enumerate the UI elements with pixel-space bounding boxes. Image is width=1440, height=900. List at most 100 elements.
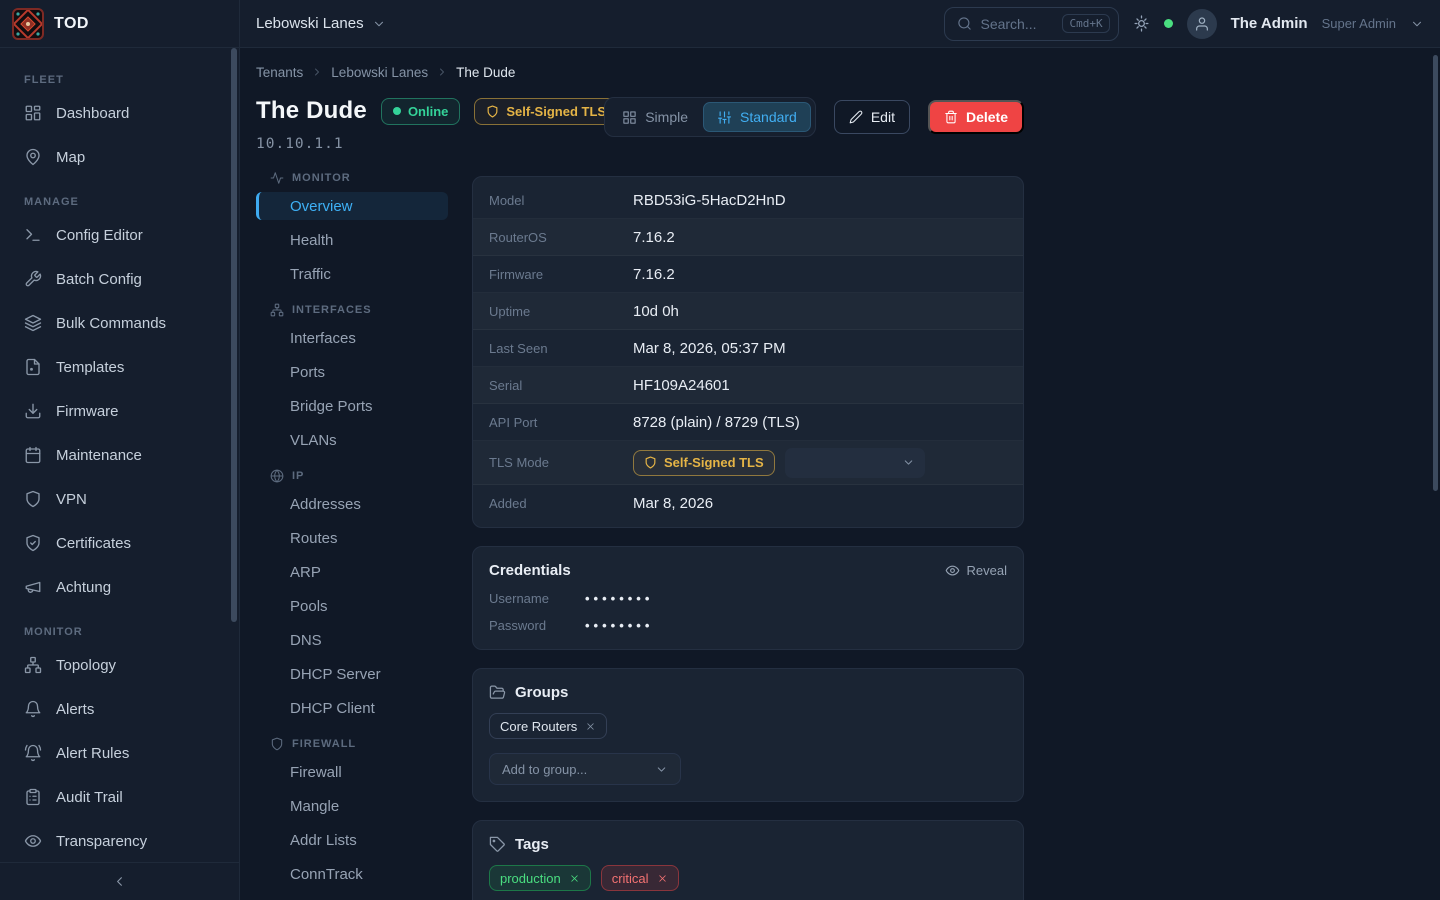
bell-icon: [24, 700, 42, 718]
brand: TOD: [0, 0, 240, 47]
clipboard-icon: [24, 788, 42, 806]
sidebar-collapse-button[interactable]: [0, 862, 239, 900]
sidebar-item-templates[interactable]: Templates: [0, 351, 239, 383]
chevron-down-icon: [372, 17, 386, 31]
subnav-item-conntrack[interactable]: ConnTrack: [256, 860, 448, 888]
avatar[interactable]: [1187, 9, 1217, 39]
subnav-section-interfaces: Interfaces: [256, 302, 448, 318]
table-row: Last Seen Mar 8, 2026, 05:37 PM: [473, 330, 1023, 367]
breadcrumb-tenants[interactable]: Tenants: [256, 65, 303, 80]
table-row-tls-mode: TLS Mode Self-Signed TLS: [473, 441, 1023, 485]
main-scrollbar[interactable]: [1433, 55, 1438, 491]
sidebar-section-monitor: Monitor: [0, 624, 239, 640]
remove-tag-icon[interactable]: [657, 873, 668, 884]
theme-toggle-sun-icon[interactable]: [1133, 15, 1150, 32]
eye-icon: [945, 563, 960, 578]
table-row: Uptime 10d 0h: [473, 293, 1023, 330]
credentials-title: Credentials: [489, 562, 571, 579]
grid-icon: [622, 110, 637, 125]
subnav-item-overview[interactable]: Overview: [256, 192, 448, 220]
subnav-section-monitor: Monitor: [256, 170, 448, 186]
map-pin-icon: [24, 148, 42, 166]
subnav-item-addresses[interactable]: Addresses: [256, 490, 448, 518]
device-subnav: Monitor Overview Health Traffic Interfac…: [256, 170, 448, 900]
subnav-item-mangle[interactable]: Mangle: [256, 792, 448, 820]
breadcrumb: Tenants Lebowski Lanes The Dude: [256, 64, 1424, 80]
user-menu-chevron-down-icon[interactable]: [1410, 17, 1424, 31]
sidebar-item-audit-trail[interactable]: Audit Trail: [0, 781, 239, 813]
subnav-item-health[interactable]: Health: [256, 226, 448, 254]
search-box[interactable]: Cmd+K: [944, 7, 1118, 41]
sidebar: Fleet Dashboard Map Manage Config Editor…: [0, 48, 240, 900]
header-actions: Simple Standard Edit Delete: [604, 97, 1024, 137]
tls-mode-badge: Self-Signed TLS: [633, 450, 775, 476]
reveal-button[interactable]: Reveal: [945, 563, 1007, 578]
add-to-group-select[interactable]: Add to group...: [489, 753, 681, 785]
tls-badge: Self-Signed TLS: [474, 98, 618, 125]
search-input[interactable]: [980, 16, 1054, 32]
dashboard-icon: [24, 104, 42, 122]
subnav-item-dhcp-server[interactable]: DHCP Server: [256, 660, 448, 688]
view-toggle-simple[interactable]: Simple: [609, 102, 701, 132]
subnav-item-vlans[interactable]: VLANs: [256, 426, 448, 454]
subnav-item-ports[interactable]: Ports: [256, 358, 448, 386]
sidebar-item-map[interactable]: Map: [0, 141, 239, 173]
edit-button[interactable]: Edit: [834, 100, 910, 134]
subnav-item-bridge-ports[interactable]: Bridge Ports: [256, 392, 448, 420]
sidebar-item-batch-config[interactable]: Batch Config: [0, 263, 239, 295]
chevron-down-icon: [902, 456, 915, 469]
masked-password: ••••••••: [585, 618, 653, 633]
subnav-item-addr-lists[interactable]: Addr Lists: [256, 826, 448, 854]
sidebar-section-manage: Manage: [0, 194, 239, 210]
breadcrumb-tenant-name[interactable]: Lebowski Lanes: [331, 65, 428, 80]
sidebar-item-topology[interactable]: Topology: [0, 649, 239, 681]
sidebar-item-firmware[interactable]: Firmware: [0, 395, 239, 427]
tags-title: Tags: [515, 836, 549, 853]
sidebar-item-alerts[interactable]: Alerts: [0, 693, 239, 725]
subnav-item-interfaces[interactable]: Interfaces: [256, 324, 448, 352]
overview-card: Model RBD53iG-5HacD2HnD RouterOS 7.16.2 …: [472, 176, 1024, 528]
app-title: TOD: [54, 15, 89, 33]
sidebar-item-config-editor[interactable]: Config Editor: [0, 219, 239, 251]
sidebar-item-certificates[interactable]: Certificates: [0, 527, 239, 559]
subnav-section-firewall: Firewall: [256, 736, 448, 752]
delete-button[interactable]: Delete: [928, 100, 1024, 134]
remove-tag-icon[interactable]: [569, 873, 580, 884]
subnav-item-dns[interactable]: DNS: [256, 626, 448, 654]
tls-mode-select[interactable]: [785, 448, 925, 478]
sidebar-item-dashboard[interactable]: Dashboard: [0, 97, 239, 129]
chevron-right-icon: [311, 66, 323, 78]
view-toggle-standard[interactable]: Standard: [703, 102, 811, 132]
sidebar-item-vpn[interactable]: VPN: [0, 483, 239, 515]
user-name: The Admin: [1231, 15, 1308, 32]
subnav-item-dhcp-client[interactable]: DHCP Client: [256, 694, 448, 722]
tenant-selector[interactable]: Lebowski Lanes: [256, 15, 386, 32]
terminal-icon: [24, 226, 42, 244]
sidebar-section-fleet: Fleet: [0, 72, 239, 88]
subnav-item-pools[interactable]: Pools: [256, 592, 448, 620]
shield-check-icon: [24, 534, 42, 552]
page-title: The Dude: [256, 97, 367, 125]
subnav-item-firewall[interactable]: Firewall: [256, 758, 448, 786]
sidebar-item-bulk-commands[interactable]: Bulk Commands: [0, 307, 239, 339]
subnav-item-arp[interactable]: ARP: [256, 558, 448, 586]
app-logo-icon: [12, 8, 44, 40]
sidebar-scrollbar[interactable]: [231, 48, 237, 622]
table-row: Added Mar 8, 2026: [473, 485, 1023, 522]
folder-icon: [489, 684, 506, 701]
shield-icon: [270, 737, 284, 751]
sidebar-item-achtung[interactable]: Achtung: [0, 571, 239, 603]
remove-group-icon[interactable]: [585, 721, 596, 732]
sidebar-item-transparency[interactable]: Transparency: [0, 825, 239, 857]
table-row: Serial HF109A24601: [473, 367, 1023, 404]
chevron-left-icon: [112, 874, 127, 889]
shield-icon: [24, 490, 42, 508]
sidebar-item-alert-rules[interactable]: Alert Rules: [0, 737, 239, 769]
main-content: Tenants Lebowski Lanes The Dude The Dude…: [240, 48, 1440, 900]
subnav-item-routes[interactable]: Routes: [256, 524, 448, 552]
activity-icon: [270, 171, 284, 185]
sidebar-item-maintenance[interactable]: Maintenance: [0, 439, 239, 471]
file-icon: [24, 358, 42, 376]
subnav-item-traffic[interactable]: Traffic: [256, 260, 448, 288]
megaphone-icon: [24, 578, 42, 596]
